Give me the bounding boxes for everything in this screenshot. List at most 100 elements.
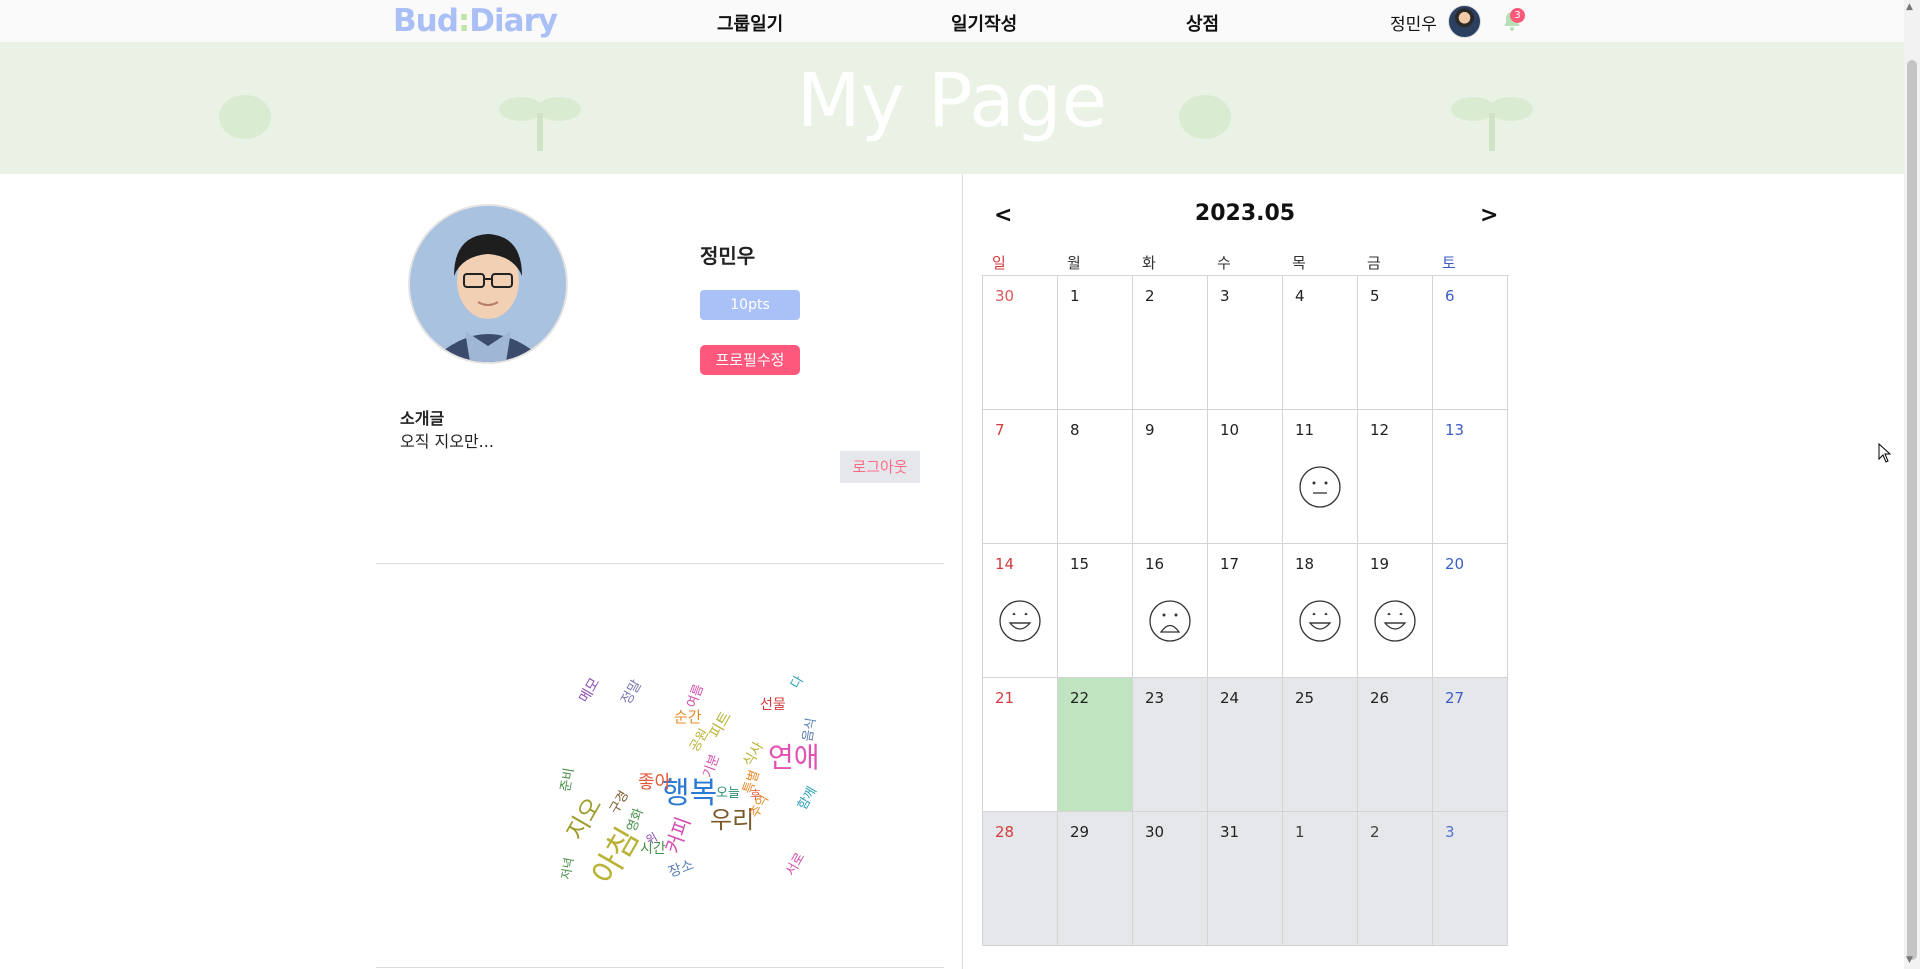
calendar-day-cell[interactable]: 21 — [983, 678, 1058, 812]
calendar-day-cell[interactable]: 12 — [1358, 410, 1433, 544]
calendar-day-number: 2 — [1145, 287, 1155, 305]
calendar-day-cell[interactable]: 5 — [1358, 276, 1433, 410]
scroll-up-arrow-icon[interactable]: ▲ — [1906, 2, 1913, 12]
calendar-day-cell[interactable]: 1 — [1058, 276, 1133, 410]
calendar-day-cell[interactable]: 18 — [1283, 544, 1358, 678]
calendar-day-number: 8 — [1070, 421, 1080, 439]
word-cloud-word: 서로 — [783, 850, 809, 879]
nav-link-write-diary[interactable]: 일기작성 — [951, 10, 1017, 36]
calendar-day-cell[interactable]: 11 — [1283, 410, 1358, 544]
calendar-day-number: 3 — [1445, 823, 1455, 841]
calendar-day-number: 24 — [1220, 689, 1240, 707]
calendar-day-cell[interactable]: 8 — [1058, 410, 1133, 544]
mouse-cursor-icon — [1878, 443, 1892, 463]
calendar-day-cell[interactable]: 31 — [1208, 812, 1283, 946]
calendar-day-number: 29 — [1070, 823, 1090, 841]
calendar-day-number: 16 — [1145, 555, 1165, 573]
calendar-day-cell[interactable]: 25 — [1283, 678, 1358, 812]
top-navigation-bar: Bud:Diary 그룹일기 일기작성 상점 정민우 3 — [0, 0, 1904, 43]
scroll-down-arrow-icon[interactable]: ▼ — [1906, 955, 1913, 965]
happy-face-icon — [1299, 600, 1341, 642]
profile-photo — [408, 204, 568, 364]
calendar-day-cell[interactable]: 22 — [1058, 678, 1133, 812]
calendar-day-cell[interactable]: 15 — [1058, 544, 1133, 678]
page-scrollbar-thumb[interactable] — [1907, 60, 1917, 960]
calendar-day-cell[interactable]: 4 — [1283, 276, 1358, 410]
calendar-day-cell[interactable]: 17 — [1208, 544, 1283, 678]
section-divider — [376, 563, 944, 564]
calendar-day-number: 7 — [995, 421, 1005, 439]
calendar-day-number: 3 — [1220, 287, 1230, 305]
calendar-day-number: 19 — [1370, 555, 1390, 573]
calendar-day-number: 5 — [1370, 287, 1380, 305]
calendar-day-number: 15 — [1070, 555, 1090, 573]
calendar-day-cell[interactable]: 26 — [1358, 678, 1433, 812]
calendar-day-cell[interactable]: 10 — [1208, 410, 1283, 544]
calendar-day-cell[interactable]: 2 — [1133, 276, 1208, 410]
weekday-label: 토 — [1442, 254, 1456, 272]
calendar-day-cell[interactable]: 1 — [1283, 812, 1358, 946]
calendar-day-number: 26 — [1370, 689, 1390, 707]
profile-name: 정민우 — [700, 244, 756, 268]
edit-profile-button[interactable]: 프로필수정 — [700, 345, 800, 375]
calendar-day-cell[interactable]: 30 — [983, 276, 1058, 410]
calendar-day-number: 30 — [1145, 823, 1165, 841]
calendar-day-cell[interactable]: 9 — [1133, 410, 1208, 544]
calendar-day-cell[interactable]: 19 — [1358, 544, 1433, 678]
calendar-day-number: 20 — [1445, 555, 1465, 573]
calendar-day-number: 1 — [1070, 287, 1080, 305]
calendar-day-number: 18 — [1295, 555, 1315, 573]
calendar-day-number: 21 — [995, 689, 1015, 707]
calendar-prev-month-button[interactable]: < — [994, 203, 1012, 228]
calendar-day-number: 12 — [1370, 421, 1390, 439]
calendar-day-cell[interactable]: 2 — [1358, 812, 1433, 946]
calendar-day-cell[interactable]: 13 — [1433, 410, 1508, 544]
nav-link-shop[interactable]: 상점 — [1186, 10, 1219, 36]
calendar-day-cell[interactable]: 7 — [983, 410, 1058, 544]
nav-link-group-diary[interactable]: 그룹일기 — [717, 10, 783, 36]
calendar-day-number: 14 — [995, 555, 1015, 573]
word-cloud-word: 선물 — [760, 697, 786, 713]
calendar-month-title: 2023.05 — [1194, 201, 1296, 226]
calendar-day-number: 11 — [1295, 421, 1315, 439]
calendar-day-cell[interactable]: 28 — [983, 812, 1058, 946]
calendar-day-number: 25 — [1295, 689, 1315, 707]
word-cloud-word: 준비 — [558, 766, 578, 793]
nav-user-avatar[interactable] — [1448, 5, 1481, 38]
points-badge: 10pts — [700, 290, 800, 320]
intro-heading: 소개글 — [400, 409, 445, 428]
calendar-next-month-button[interactable]: > — [1480, 203, 1498, 228]
happy-face-icon — [1374, 600, 1416, 642]
notification-count-badge: 3 — [1510, 8, 1525, 23]
logout-button[interactable]: 로그아웃 — [840, 451, 920, 483]
calendar-day-number: 22 — [1070, 689, 1090, 707]
buddiary-logo[interactable]: Bud:Diary — [393, 3, 558, 39]
calendar-day-cell[interactable]: 14 — [983, 544, 1058, 678]
word-cloud-word: 좋아 — [638, 772, 672, 793]
word-cloud-word: 정말 — [618, 677, 646, 708]
nav-user-name[interactable]: 정민우 — [1390, 10, 1437, 35]
calendar-day-cell[interactable]: 24 — [1208, 678, 1283, 812]
calendar-day-cell[interactable]: 3 — [1208, 276, 1283, 410]
calendar-day-cell[interactable]: 27 — [1433, 678, 1508, 812]
calendar-day-cell[interactable]: 16 — [1133, 544, 1208, 678]
logo-text-colon: : — [457, 3, 470, 39]
calendar-day-number: 13 — [1445, 421, 1465, 439]
calendar-day-number: 17 — [1220, 555, 1240, 573]
calendar-day-cell[interactable]: 3 — [1433, 812, 1508, 946]
calendar-day-cell[interactable]: 23 — [1133, 678, 1208, 812]
weekday-label: 월 — [1067, 254, 1081, 272]
happy-face-icon — [999, 600, 1041, 642]
calendar-day-number: 1 — [1295, 823, 1305, 841]
calendar-day-cell[interactable]: 20 — [1433, 544, 1508, 678]
calendar-day-number: 27 — [1445, 689, 1465, 707]
calendar-day-cell[interactable]: 29 — [1058, 812, 1133, 946]
logo-text-bud: Bud — [393, 3, 459, 39]
weekday-label: 화 — [1142, 254, 1156, 272]
weekday-label: 금 — [1367, 254, 1381, 272]
calendar-day-cell[interactable]: 6 — [1433, 276, 1508, 410]
word-cloud-word: 저녁 — [558, 856, 577, 881]
calendar-grid: 30 1 2 3 4 5 6 7 8 9 10 11 12 13 14 15 16 17 18 19 20 21 22 23 2… — [982, 275, 1509, 946]
calendar-day-cell[interactable]: 30 — [1133, 812, 1208, 946]
page-banner: My Page — [0, 42, 1904, 174]
